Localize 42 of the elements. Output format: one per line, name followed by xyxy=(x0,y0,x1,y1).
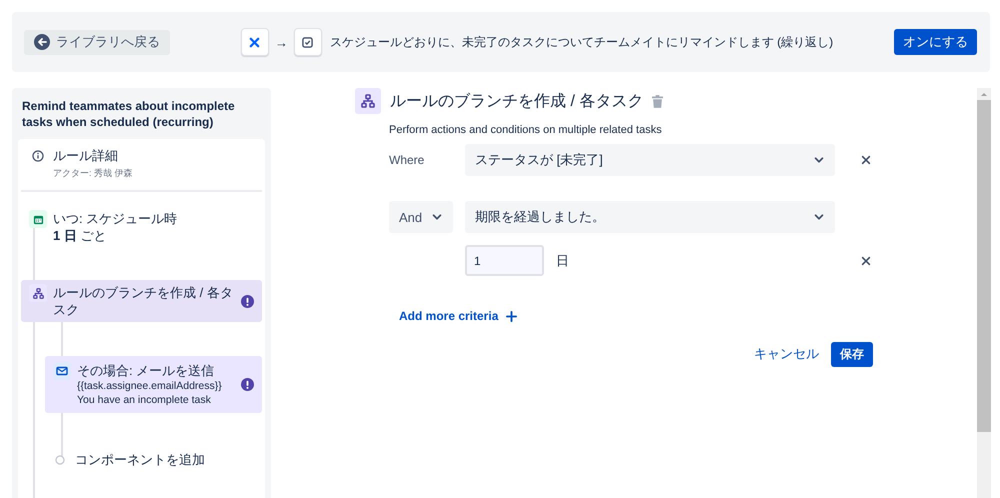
email-detail: You have an incomplete task xyxy=(77,393,212,407)
empty-circle-icon xyxy=(55,455,65,465)
hierarchy-icon xyxy=(32,288,44,298)
days-input[interactable]: 1 xyxy=(465,245,544,276)
condition-select[interactable]: ステータスが [未完了] xyxy=(465,144,835,176)
branch-item[interactable]: ルールのブランチを作成 / 各タスク xyxy=(21,280,262,322)
rule-summary: スケジュールどおりに、未完了のタスクについてチームメイトにリマインドします (繰り返し) xyxy=(330,34,834,50)
save-button[interactable]: 保存 xyxy=(831,342,873,366)
unit-label: 日 xyxy=(556,252,569,270)
schedule-detail: 1 日 ごと xyxy=(53,227,108,244)
item-title: ルール詳細 xyxy=(53,147,119,164)
enable-button[interactable]: オンにする xyxy=(894,29,977,55)
condition-label: Where xyxy=(389,153,426,167)
branch-description: Perform actions and conditions on multiple related tasks xyxy=(389,124,663,136)
trash-icon[interactable] xyxy=(652,94,664,108)
back-button[interactable]: ライブラリへ戻る xyxy=(24,30,170,54)
item-title: いつ: スケジュール時 xyxy=(53,210,178,227)
calendar-icon xyxy=(32,214,44,224)
scrollbar-thumb[interactable] xyxy=(977,100,991,432)
checkbox-icon xyxy=(294,28,322,56)
item-subtitle: アクター: 秀哉 伊森 xyxy=(53,167,134,180)
mail-icon xyxy=(56,365,68,377)
rule-title: Remind teammates about incomplete tasks when scheduled (recurring) xyxy=(21,98,236,131)
operator-select[interactable]: And xyxy=(389,201,453,233)
rule-details-item[interactable]: ルール詳細 アクター: 秀哉 伊森 xyxy=(21,145,262,188)
send-email-item[interactable]: その場合: メールを送信 {{task.assignee.emailAddress}} You have an incomplete task xyxy=(45,356,262,413)
email-detail: {{task.assignee.emailAddress}} xyxy=(77,379,223,393)
editor-title: ルールのブランチを作成 / 各タスク xyxy=(390,92,644,112)
flow-arrow: → xyxy=(274,34,288,50)
condition-select[interactable]: 期限を経過しました。 xyxy=(465,201,835,233)
item-title: その場合: メールを送信 xyxy=(77,362,216,379)
trigger-item[interactable]: いつ: スケジュール時 1 日 ごと xyxy=(21,206,262,280)
add-criteria-link[interactable]: Add more criteria xyxy=(399,309,518,323)
item-title: ルールのブランチを作成 / 各タスク xyxy=(53,284,234,318)
item-title: コンポーネントを追加 xyxy=(75,451,206,468)
cancel-button[interactable]: キャンセル xyxy=(754,341,819,367)
plus-icon xyxy=(506,310,518,322)
hierarchy-icon xyxy=(355,88,381,114)
add-component-item[interactable]: コンポーネントを追加 xyxy=(45,447,262,473)
close-icon[interactable] xyxy=(861,155,871,165)
info-icon xyxy=(32,150,44,162)
close-icon[interactable] xyxy=(861,256,871,266)
